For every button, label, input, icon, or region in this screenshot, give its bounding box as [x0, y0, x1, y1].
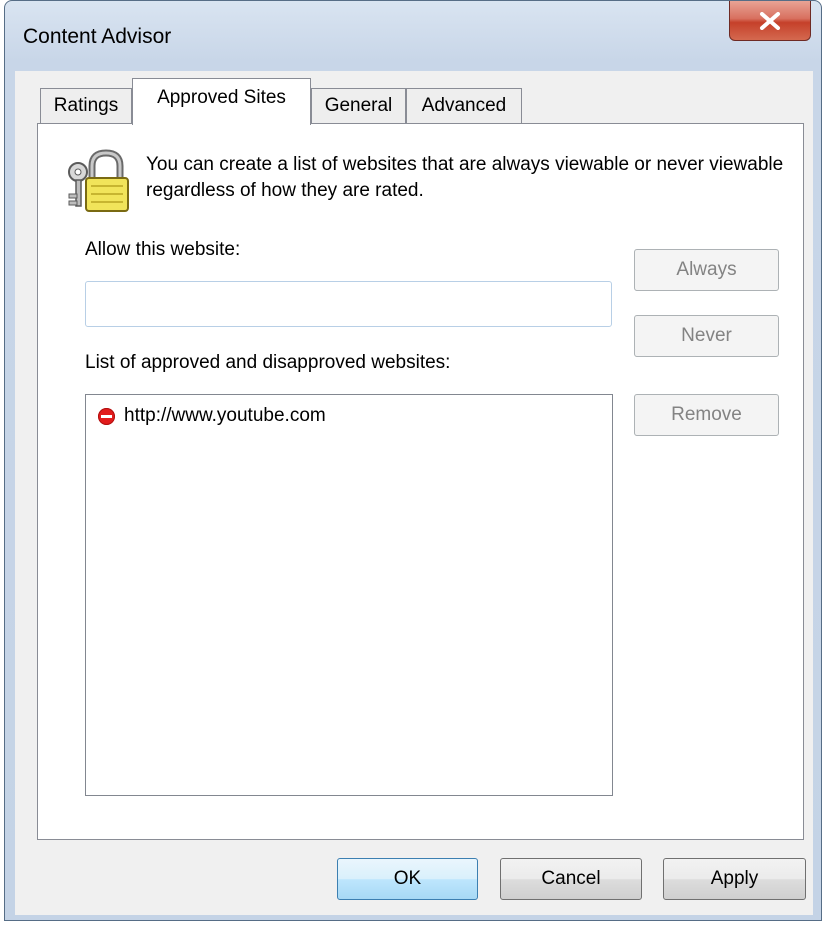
tab-ratings[interactable]: Ratings	[40, 88, 132, 124]
window-title: Content Advisor	[23, 25, 172, 48]
blocked-icon	[98, 407, 115, 425]
never-button[interactable]: Never	[634, 315, 779, 357]
site-url: http://www.youtube.com	[124, 405, 326, 426]
tab-general-label: General	[324, 95, 393, 116]
ok-button-label: OK	[393, 868, 422, 889]
close-icon	[760, 11, 780, 30]
approved-sites-panel: You can create a list of websites that a…	[37, 123, 804, 840]
site-list[interactable]: http://www.youtube.com	[85, 394, 613, 796]
remove-button-label: Remove	[671, 404, 742, 425]
content-advisor-window: Content Advisor Ratings Approved Sites G…	[4, 0, 822, 921]
never-button-label: Never	[681, 325, 732, 346]
always-button-label: Always	[676, 259, 737, 280]
allow-website-label: Allow this website:	[85, 239, 241, 260]
keys-padlock-icon	[68, 149, 129, 212]
tab-approved-sites-label: Approved Sites	[157, 87, 286, 108]
tab-approved-sites[interactable]: Approved Sites	[132, 78, 311, 125]
tab-advanced[interactable]: Advanced	[406, 88, 522, 124]
site-list-label: List of approved and disapproved website…	[85, 352, 451, 373]
remove-button[interactable]: Remove	[634, 394, 779, 436]
apply-button-label: Apply	[710, 868, 759, 889]
panel-description: You can create a list of websites that a…	[146, 154, 784, 201]
list-item[interactable]: http://www.youtube.com	[98, 403, 326, 429]
website-url-input[interactable]	[85, 281, 612, 327]
tab-general[interactable]: General	[311, 88, 406, 124]
apply-button[interactable]: Apply	[663, 858, 806, 900]
dialog-client-area: Ratings Approved Sites General Advanced	[15, 71, 813, 915]
cancel-button[interactable]: Cancel	[500, 858, 642, 900]
always-button[interactable]: Always	[634, 249, 779, 291]
ok-button[interactable]: OK	[337, 858, 478, 900]
close-button[interactable]	[729, 1, 811, 41]
cancel-button-label: Cancel	[541, 868, 601, 889]
tab-advanced-label: Advanced	[421, 95, 507, 116]
tab-ratings-label: Ratings	[53, 95, 119, 116]
